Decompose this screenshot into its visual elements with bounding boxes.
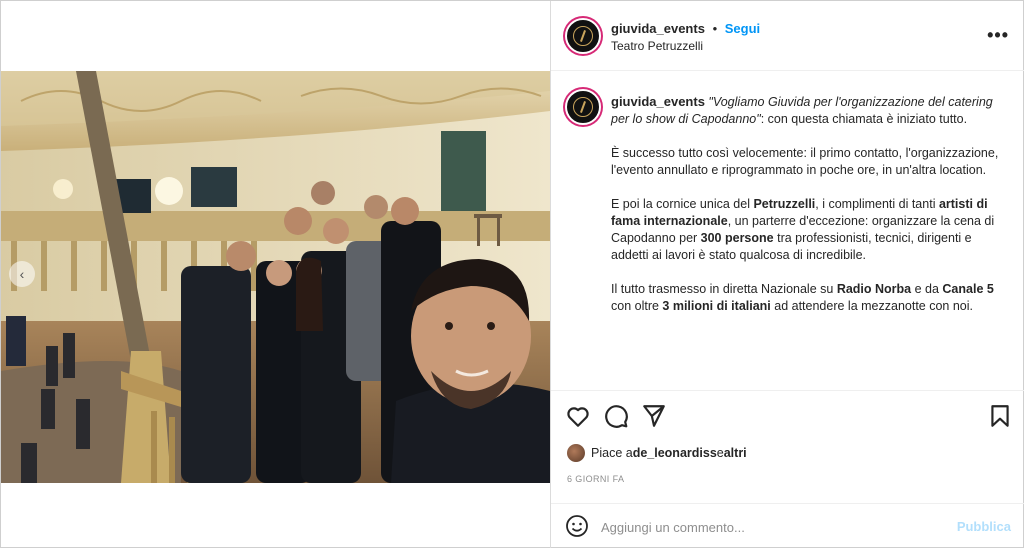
comment-icon[interactable] [603, 403, 629, 429]
liker-username[interactable]: de_leonardiss [633, 446, 717, 460]
comment-bar: Pubblica [551, 503, 1024, 548]
likes-middle: e [716, 446, 724, 460]
action-bar [551, 401, 1024, 431]
caption-paragraph: Il tutto trasmesso in diretta Nazionale … [611, 281, 1011, 315]
liker-avatar[interactable] [567, 444, 585, 462]
likes-summary: Piace a de_leonardiss e altri [567, 442, 747, 464]
caption-text: giuvida_events "Vogliamo Giuvida per l'o… [611, 93, 1011, 332]
caption-avatar[interactable] [565, 89, 601, 125]
likes-prefix: Piace a [591, 446, 633, 460]
caption-bold-run: 300 persone [700, 231, 774, 245]
post-header: giuvida_events • Segui Teatro Petruzzell… [551, 1, 1024, 71]
caption-text-run: ad attendere la mezzanotte con noi. [770, 299, 973, 313]
caption-text-run: E poi la cornice unica del [611, 197, 754, 211]
author-line: giuvida_events • Segui [611, 21, 760, 36]
likes-others-link[interactable]: altri [724, 446, 747, 460]
bookmark-icon[interactable] [987, 403, 1013, 429]
chevron-left-icon: ‹ [19, 266, 25, 282]
caption-text-run: , i complimenti di tanti [815, 197, 939, 211]
separator-dot: • [712, 21, 718, 36]
brand-logo-icon [573, 26, 593, 46]
post-photo[interactable]: ‹ [1, 71, 550, 483]
post-timestamp[interactable]: 6 GIORNI FA [567, 474, 624, 484]
caption-paragraph: E poi la cornice unica del Petruzzelli, … [611, 196, 1011, 264]
brand-logo-icon [573, 97, 593, 117]
caption-text-run: Il tutto trasmesso in diretta Nazionale … [611, 282, 837, 296]
caption-bold-run: 3 milioni di italiani [662, 299, 771, 313]
caption-quote-tail: : con questa chiamata è iniziato tutto. [760, 112, 968, 126]
caption-username[interactable]: giuvida_events [611, 94, 705, 109]
follow-button[interactable]: Segui [725, 21, 760, 36]
caption-bold-run: Canale 5 [942, 282, 994, 296]
more-options-icon[interactable]: ••• [987, 25, 1009, 46]
caption-bold-run: Petruzzelli [753, 197, 816, 211]
caption-text-run: con oltre [611, 299, 663, 313]
caption-paragraph: È successo tutto così velocemente: il pr… [611, 146, 999, 177]
caption-area: giuvida_events "Vogliamo Giuvida per l'o… [551, 71, 1024, 391]
author-username[interactable]: giuvida_events [611, 21, 705, 36]
caption-bold-run: Radio Norba [836, 282, 912, 296]
comment-input[interactable] [601, 517, 941, 537]
share-icon[interactable] [641, 403, 667, 429]
author-avatar[interactable] [565, 18, 601, 54]
publish-button[interactable]: Pubblica [957, 519, 1011, 534]
emoji-icon[interactable] [565, 514, 589, 538]
post-window: ‹ giuvida_events • Segui Teatro Petruzze… [0, 0, 1024, 548]
photo-illustration [1, 71, 550, 483]
caption-text-run: e da [911, 282, 943, 296]
heart-icon[interactable] [565, 403, 591, 429]
post-location[interactable]: Teatro Petruzzelli [611, 39, 703, 53]
caption-paragraph: giuvida_events "Vogliamo Giuvida per l'o… [611, 93, 1011, 128]
carousel-prev-button[interactable]: ‹ [9, 261, 35, 287]
